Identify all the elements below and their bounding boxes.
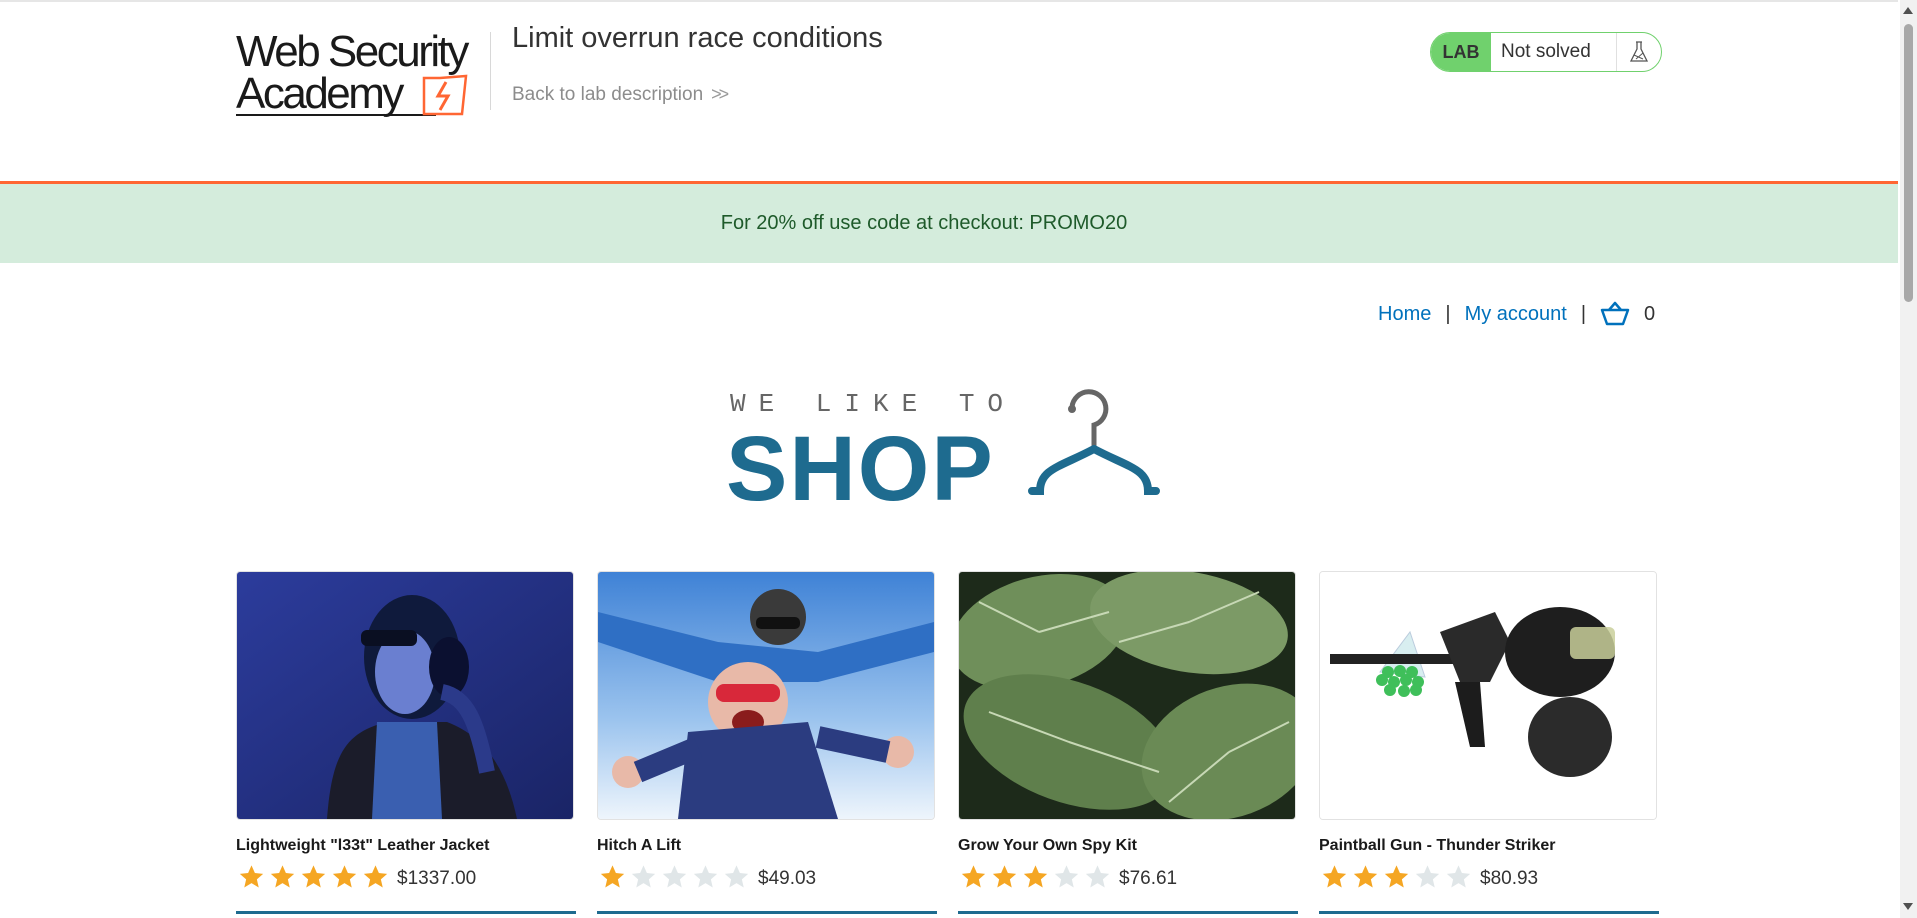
hero-tagline: WE LIKE TO [730,389,1017,419]
star-filled-icon [961,865,986,888]
cart-count: 0 [1644,302,1656,325]
logo-line-1: Web Security [236,27,469,76]
product-card: Hitch A Lift $49.03 [597,571,935,891]
view-details-bar[interactable] [1319,911,1659,914]
hero-title: SHOP [726,418,995,520]
rating-stars [1319,863,1474,891]
promo-banner: For 20% off use code at checkout: PROMO2… [0,184,1898,263]
nav-separator: | [1445,302,1451,325]
my-account-link[interactable]: My account [1465,303,1567,326]
star-empty-icon [693,865,718,888]
lab-status-widget: LAB Not solved [1430,32,1662,72]
scrollbar-thumb[interactable] [1904,24,1913,302]
star-filled-icon [1023,865,1048,888]
star-filled-icon [1384,865,1409,888]
top-nav: Home | My account | 0 [1378,298,1655,330]
lightning-bolt-icon [422,74,468,116]
double-chevron-right-icon: >> [711,84,729,104]
product-image[interactable] [597,571,935,820]
product-name: Lightweight "l33t" Leather Jacket [236,837,490,854]
star-filled-icon [600,865,625,888]
vertical-scrollbar[interactable] [1900,0,1917,918]
product-card: Grow Your Own Spy Kit $76.61 [958,571,1296,891]
star-filled-icon [1353,865,1378,888]
star-empty-icon [1085,865,1110,888]
hanger-icon [1028,389,1160,495]
product-name: Grow Your Own Spy Kit [958,837,1137,854]
product-name: Hitch A Lift [597,837,682,854]
lab-title: Limit overrun race conditions [512,22,883,54]
flask-icon [1616,33,1661,71]
view-details-bar[interactable] [236,911,576,914]
logo-underline [236,114,436,116]
rating-stars [236,863,391,891]
product-card: Paintball Gun - Thunder Striker $80.93 [1319,571,1657,891]
nav-separator: | [1580,302,1587,325]
star-filled-icon [270,865,295,888]
rating-stars [597,863,752,891]
star-empty-icon [662,865,687,888]
logo[interactable]: Web Security Academy [236,28,486,123]
scroll-down-arrow-icon[interactable] [1903,903,1913,910]
product-card: Lightweight "l33t" Leather Jacket $1337.… [236,571,574,891]
product-image[interactable] [1319,571,1657,820]
star-empty-icon [1415,865,1440,888]
lab-badge: LAB [1431,33,1491,71]
star-filled-icon [363,865,388,888]
product-image[interactable] [958,571,1296,820]
rating-stars [958,863,1113,891]
product-price: $80.93 [1480,868,1539,889]
product-name: Paintball Gun - Thunder Striker [1319,837,1556,854]
star-filled-icon [992,865,1017,888]
logo-line-2: Academy [236,69,404,118]
star-empty-icon [724,865,749,888]
shop-hero: WE LIKE TO SHOP [726,385,1178,519]
basket-icon[interactable] [1600,301,1630,327]
product-price: $49.03 [758,868,817,889]
star-empty-icon [1446,865,1471,888]
star-filled-icon [1322,865,1347,888]
star-filled-icon [332,865,357,888]
star-empty-icon [1054,865,1079,888]
back-to-lab-description-link[interactable]: Back to lab description >> [512,84,729,106]
lab-status-text: Not solved [1501,41,1591,62]
back-link-label: Back to lab description [512,84,704,105]
product-price: $76.61 [1119,868,1178,889]
product-grid: Lightweight "l33t" Leather Jacket $1337.… [236,571,1662,918]
promo-text: For 20% off use code at checkout: PROMO2… [720,212,1128,234]
product-image[interactable] [236,571,574,820]
scroll-up-arrow-icon[interactable] [1903,7,1913,14]
header-divider [490,32,491,110]
view-details-bar[interactable] [958,911,1298,914]
header: Web Security Academy Limit overrun race … [0,2,1898,184]
star-empty-icon [631,865,656,888]
product-price: $1337.00 [397,868,477,889]
star-filled-icon [239,865,264,888]
home-link[interactable]: Home [1378,303,1431,326]
star-filled-icon [301,865,326,888]
view-details-bar[interactable] [597,911,937,914]
